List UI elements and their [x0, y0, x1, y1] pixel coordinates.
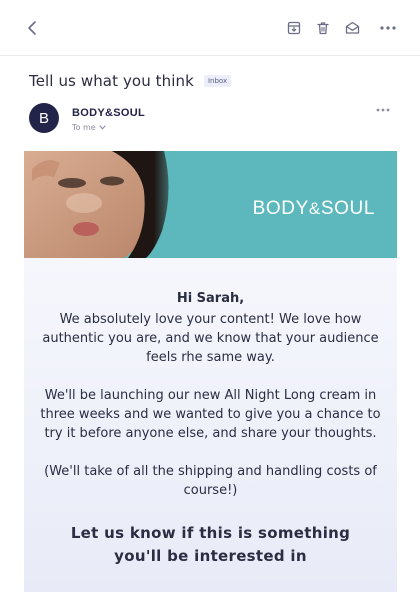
body-paragraph-1: We absolutely love your content! We love…	[42, 312, 379, 365]
email-banner: BODY&SOUL	[24, 151, 397, 258]
sender-row: B BODY&SOUL To me	[29, 102, 391, 136]
body-paragraph-2: We'll be launching our new All Night Lon…	[40, 388, 381, 441]
chevron-down-icon	[99, 125, 106, 130]
recipient-label: To me	[72, 123, 96, 132]
trash-icon	[317, 22, 329, 35]
back-button[interactable]	[20, 16, 44, 40]
mark-read-icon	[345, 21, 359, 34]
more-options-button[interactable]	[378, 19, 398, 37]
sender-name[interactable]: BODY&SOUL	[72, 107, 145, 119]
greeting: Hi Sarah,	[176, 291, 245, 306]
avatar[interactable]: B	[29, 103, 59, 133]
body-paragraph-3: (We'll take of all the shipping and hand…	[44, 464, 377, 498]
archive-button[interactable]	[285, 19, 303, 37]
email-subject: Tell us what you think	[29, 72, 194, 90]
brand-logo: BODY&SOUL	[252, 198, 375, 219]
message-more-button[interactable]	[375, 105, 391, 115]
recipient-toggle[interactable]: To me	[72, 123, 106, 132]
email-body: Hi Sarah, We absolutely love your conten…	[24, 258, 397, 592]
top-toolbar	[0, 0, 420, 56]
folder-badge[interactable]: Inbox	[203, 75, 232, 87]
model-photo	[24, 151, 184, 258]
archive-icon	[287, 21, 301, 35]
more-icon	[376, 108, 390, 112]
delete-button[interactable]	[314, 19, 332, 37]
chevron-left-icon	[28, 21, 36, 35]
more-icon	[380, 26, 396, 30]
mark-read-button[interactable]	[343, 19, 361, 37]
toolbar-actions	[285, 16, 398, 40]
call-to-action: Let us know if this is something you'll …	[70, 524, 351, 565]
email-subject-row: Tell us what you think Inbox	[29, 70, 232, 92]
